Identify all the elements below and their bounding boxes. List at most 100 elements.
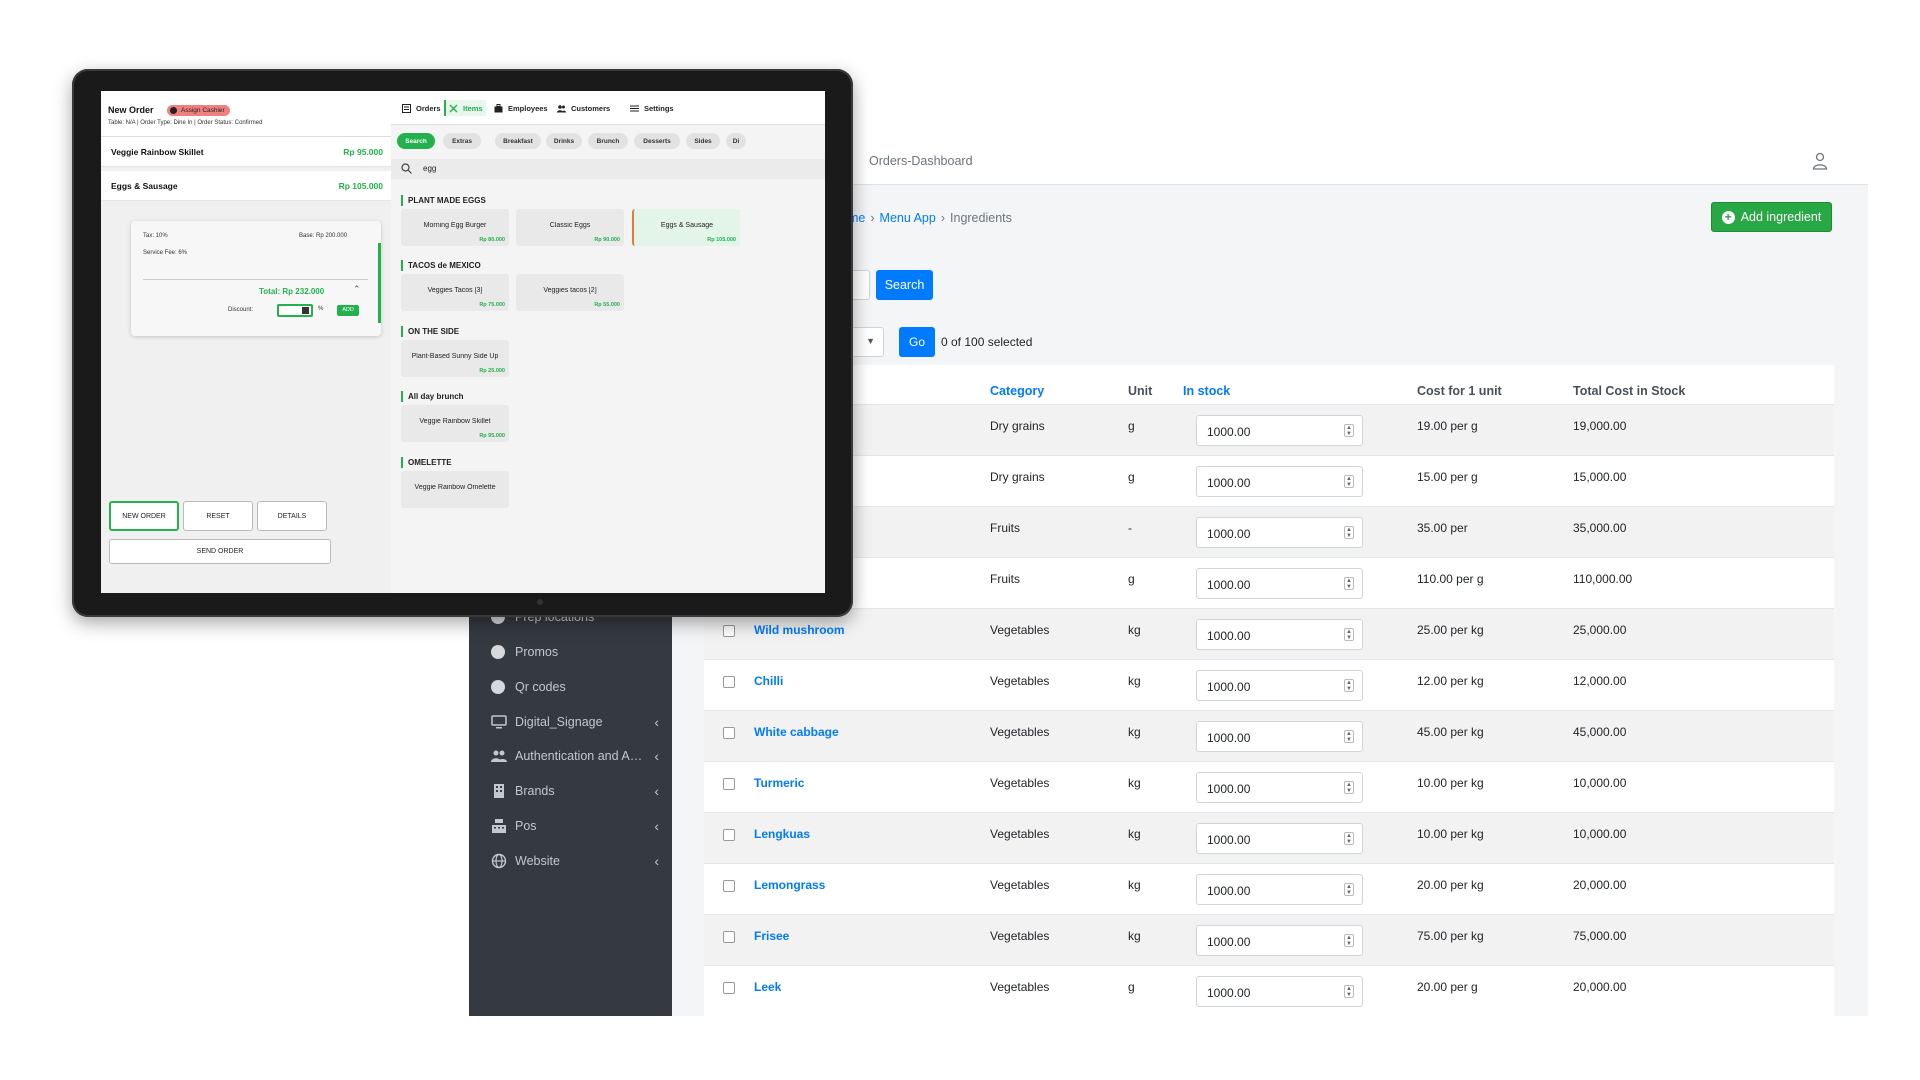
menu-item-card[interactable]: Eggs & Sausage Rp 105.000 (632, 209, 740, 246)
sidebar-item-digital-signage[interactable]: Digital_Signage ‹ (491, 709, 659, 735)
spinner-icon[interactable]: ▲ ▼ (1344, 526, 1354, 539)
chevron-up-icon[interactable]: ⌃ (353, 284, 361, 295)
chevron-left-icon[interactable]: ‹ (649, 818, 659, 834)
spinner-icon[interactable]: ▲ ▼ (1344, 424, 1354, 437)
table-row[interactable]: Leek Vegetables g 1000.00 ▲ ▼ 20.00 per g 20,00… (704, 965, 1834, 1016)
table-row[interactable]: White cabbage Vegetables kg 1000.00 ▲ ▼ 45.00 … (704, 710, 1834, 761)
table-row[interactable]: Fruits - 1000.00 ▲ ▼ 35.00 per 35,000.00 (704, 506, 1834, 557)
send-order-button[interactable]: SEND ORDER (109, 539, 331, 564)
sidebar-item-authentication-and-authorization[interactable]: Authentication and Authorization‹ (491, 743, 659, 769)
go-button[interactable]: Go (899, 327, 935, 357)
spinner-icon[interactable]: ▲ ▼ (1344, 577, 1354, 590)
table-row[interactable]: Wild mushroom Vegetables kg 1000.00 ▲ ▼ 25.00 … (704, 608, 1834, 659)
menu-item-card[interactable]: Veggie Rainbow Omelette (401, 471, 509, 508)
in-stock-input[interactable]: 1000.00 ▲ ▼ (1196, 568, 1363, 599)
row-checkbox[interactable] (723, 778, 735, 790)
new-order-button[interactable]: NEW ORDER (109, 501, 179, 531)
nav-employees[interactable]: Employees (491, 100, 551, 116)
spinner-icon[interactable]: ▲ ▼ (1344, 985, 1354, 998)
menu-item-card[interactable]: Plant-Based Sunny Side Up Rp 25.000 (401, 340, 509, 377)
nav-customers[interactable]: Customers (554, 100, 613, 116)
category-chip-breakfast[interactable]: Breakfast (495, 133, 541, 149)
add-discount-button[interactable]: ADD (337, 305, 359, 316)
discount-input[interactable] (277, 304, 313, 317)
ingredient-name-link[interactable]: White cabbage (754, 725, 839, 739)
row-checkbox[interactable] (723, 727, 735, 739)
category-chip-brunch[interactable]: Brunch (588, 133, 628, 149)
in-stock-input[interactable]: 1000.00 ▲ ▼ (1196, 517, 1363, 548)
category-chip-desserts[interactable]: Desserts (634, 133, 680, 149)
table-row[interactable]: Lemongrass Vegetables kg 1000.00 ▲ ▼ 20.00 per… (704, 863, 1834, 914)
in-stock-input[interactable]: 1000.00 ▲ ▼ (1196, 619, 1363, 650)
in-stock-input[interactable]: 1000.00 ▲ ▼ (1196, 772, 1363, 803)
row-checkbox[interactable] (723, 829, 735, 841)
row-checkbox[interactable] (723, 676, 735, 688)
chevron-left-icon[interactable]: ‹ (649, 714, 659, 730)
in-stock-input[interactable]: 1000.00 ▲ ▼ (1196, 976, 1363, 1007)
spinner-icon[interactable]: ▲ ▼ (1344, 730, 1354, 743)
row-checkbox[interactable] (723, 982, 735, 994)
spinner-icon[interactable]: ▲ ▼ (1344, 781, 1354, 794)
table-row[interactable]: Chilli Vegetables kg 1000.00 ▲ ▼ 12.00 per kg 1… (704, 659, 1834, 710)
spinner-icon[interactable]: ▲ ▼ (1344, 628, 1354, 641)
category-chip-drinks[interactable]: Drinks (546, 133, 582, 149)
ingredient-name-link[interactable]: Chilli (754, 674, 783, 688)
spinner-icon[interactable]: ▲ ▼ (1344, 934, 1354, 947)
ingredient-name-link[interactable]: Lengkuas (754, 827, 810, 841)
chevron-left-icon[interactable]: ‹ (649, 853, 659, 869)
spinner-icon[interactable]: ▲ ▼ (1344, 475, 1354, 488)
sidebar-item-qr-codes[interactable]: Qr codes (491, 674, 659, 700)
breadcrumb-menu-app-link[interactable]: Menu App (880, 211, 936, 225)
user-icon[interactable] (1812, 152, 1828, 170)
in-stock-input[interactable]: 1000.00 ▲ ▼ (1196, 721, 1363, 752)
ingredient-name-link[interactable]: Turmeric (754, 776, 804, 790)
menu-item-card[interactable]: Classic Eggs Rp 90.000 (516, 209, 624, 246)
assign-cashier-badge[interactable]: Assign Cashier (167, 105, 230, 116)
table-row[interactable]: Lengkuas Vegetables kg 1000.00 ▲ ▼ 10.00 per k… (704, 812, 1834, 863)
category-chip-search[interactable]: Search (397, 133, 435, 149)
order-line-item[interactable]: Eggs & Sausage Rp 105.000 (101, 171, 391, 201)
spinner-icon[interactable]: ▲ ▼ (1344, 832, 1354, 845)
menu-item-card[interactable]: Veggies Tacos [3] Rp 75.000 (401, 274, 509, 311)
category-chip-di[interactable]: Di (726, 133, 746, 149)
in-stock-input[interactable]: 1000.00 ▲ ▼ (1196, 925, 1363, 956)
spinner-icon[interactable]: ▲ ▼ (1344, 883, 1354, 896)
nav-items[interactable]: Items (444, 100, 486, 116)
row-checkbox[interactable] (723, 625, 735, 637)
ingredient-name-link[interactable]: Frisee (754, 929, 789, 943)
table-row[interactable]: Frisee Vegetables kg 1000.00 ▲ ▼ 75.00 per kg 7… (704, 914, 1834, 965)
item-search[interactable]: egg (391, 159, 825, 179)
table-row[interactable]: Turmeric Vegetables kg 1000.00 ▲ ▼ 10.00 per k… (704, 761, 1834, 812)
ingredient-name-link[interactable]: Leek (754, 980, 781, 994)
search-button[interactable]: Search (876, 270, 933, 300)
sidebar-item-website[interactable]: Website ‹ (491, 848, 659, 874)
chevron-left-icon[interactable]: ‹ (649, 748, 659, 764)
category-chip-sides[interactable]: Sides (686, 133, 720, 149)
reset-button[interactable]: RESET (183, 501, 253, 531)
details-button[interactable]: DETAILS (257, 501, 327, 531)
add-ingredient-button[interactable]: + Add ingredient (1711, 202, 1832, 232)
sidebar-item-brands[interactable]: Brands ‹ (491, 778, 659, 804)
spinner-icon[interactable]: ▲ ▼ (1344, 679, 1354, 692)
category-chip-extras[interactable]: Extras (443, 133, 481, 149)
ingredient-name-link[interactable]: Lemongrass (754, 878, 825, 892)
row-checkbox[interactable] (723, 880, 735, 892)
sidebar-item-pos[interactable]: Pos ‹ (491, 813, 659, 839)
sidebar-item-promos[interactable]: Promos (491, 639, 659, 665)
in-stock-input[interactable]: 1000.00 ▲ ▼ (1196, 670, 1363, 701)
in-stock-input[interactable]: 1000.00 ▲ ▼ (1196, 466, 1363, 497)
column-header-category[interactable]: Category (990, 384, 1044, 398)
order-line-item[interactable]: Veggie Rainbow Skillet Rp 95.000 (101, 137, 391, 167)
in-stock-input[interactable]: 1000.00 ▲ ▼ (1196, 874, 1363, 905)
table-row[interactable]: Fruits g 1000.00 ▲ ▼ 110.00 per g 110,000.00 (704, 557, 1834, 608)
table-row[interactable]: Dry grains g 1000.00 ▲ ▼ 19.00 per g 19,000.00 (704, 404, 1834, 455)
menu-item-card[interactable]: Veggies tacos [2] Rp 55.000 (516, 274, 624, 311)
row-checkbox[interactable] (723, 931, 735, 943)
column-header-in-stock[interactable]: In stock (1183, 384, 1230, 398)
menu-item-card[interactable]: Morning Egg Burger Rp 80.000 (401, 209, 509, 246)
menu-item-card[interactable]: Veggie Rainbow Skillet Rp 95.000 (401, 405, 509, 442)
ingredient-name-link[interactable]: Wild mushroom (754, 623, 845, 637)
nav-orders[interactable]: Orders (399, 100, 444, 116)
table-row[interactable]: Dry grains g 1000.00 ▲ ▼ 15.00 per g 15,000.00 (704, 455, 1834, 506)
nav-settings[interactable]: Settings (627, 100, 677, 116)
